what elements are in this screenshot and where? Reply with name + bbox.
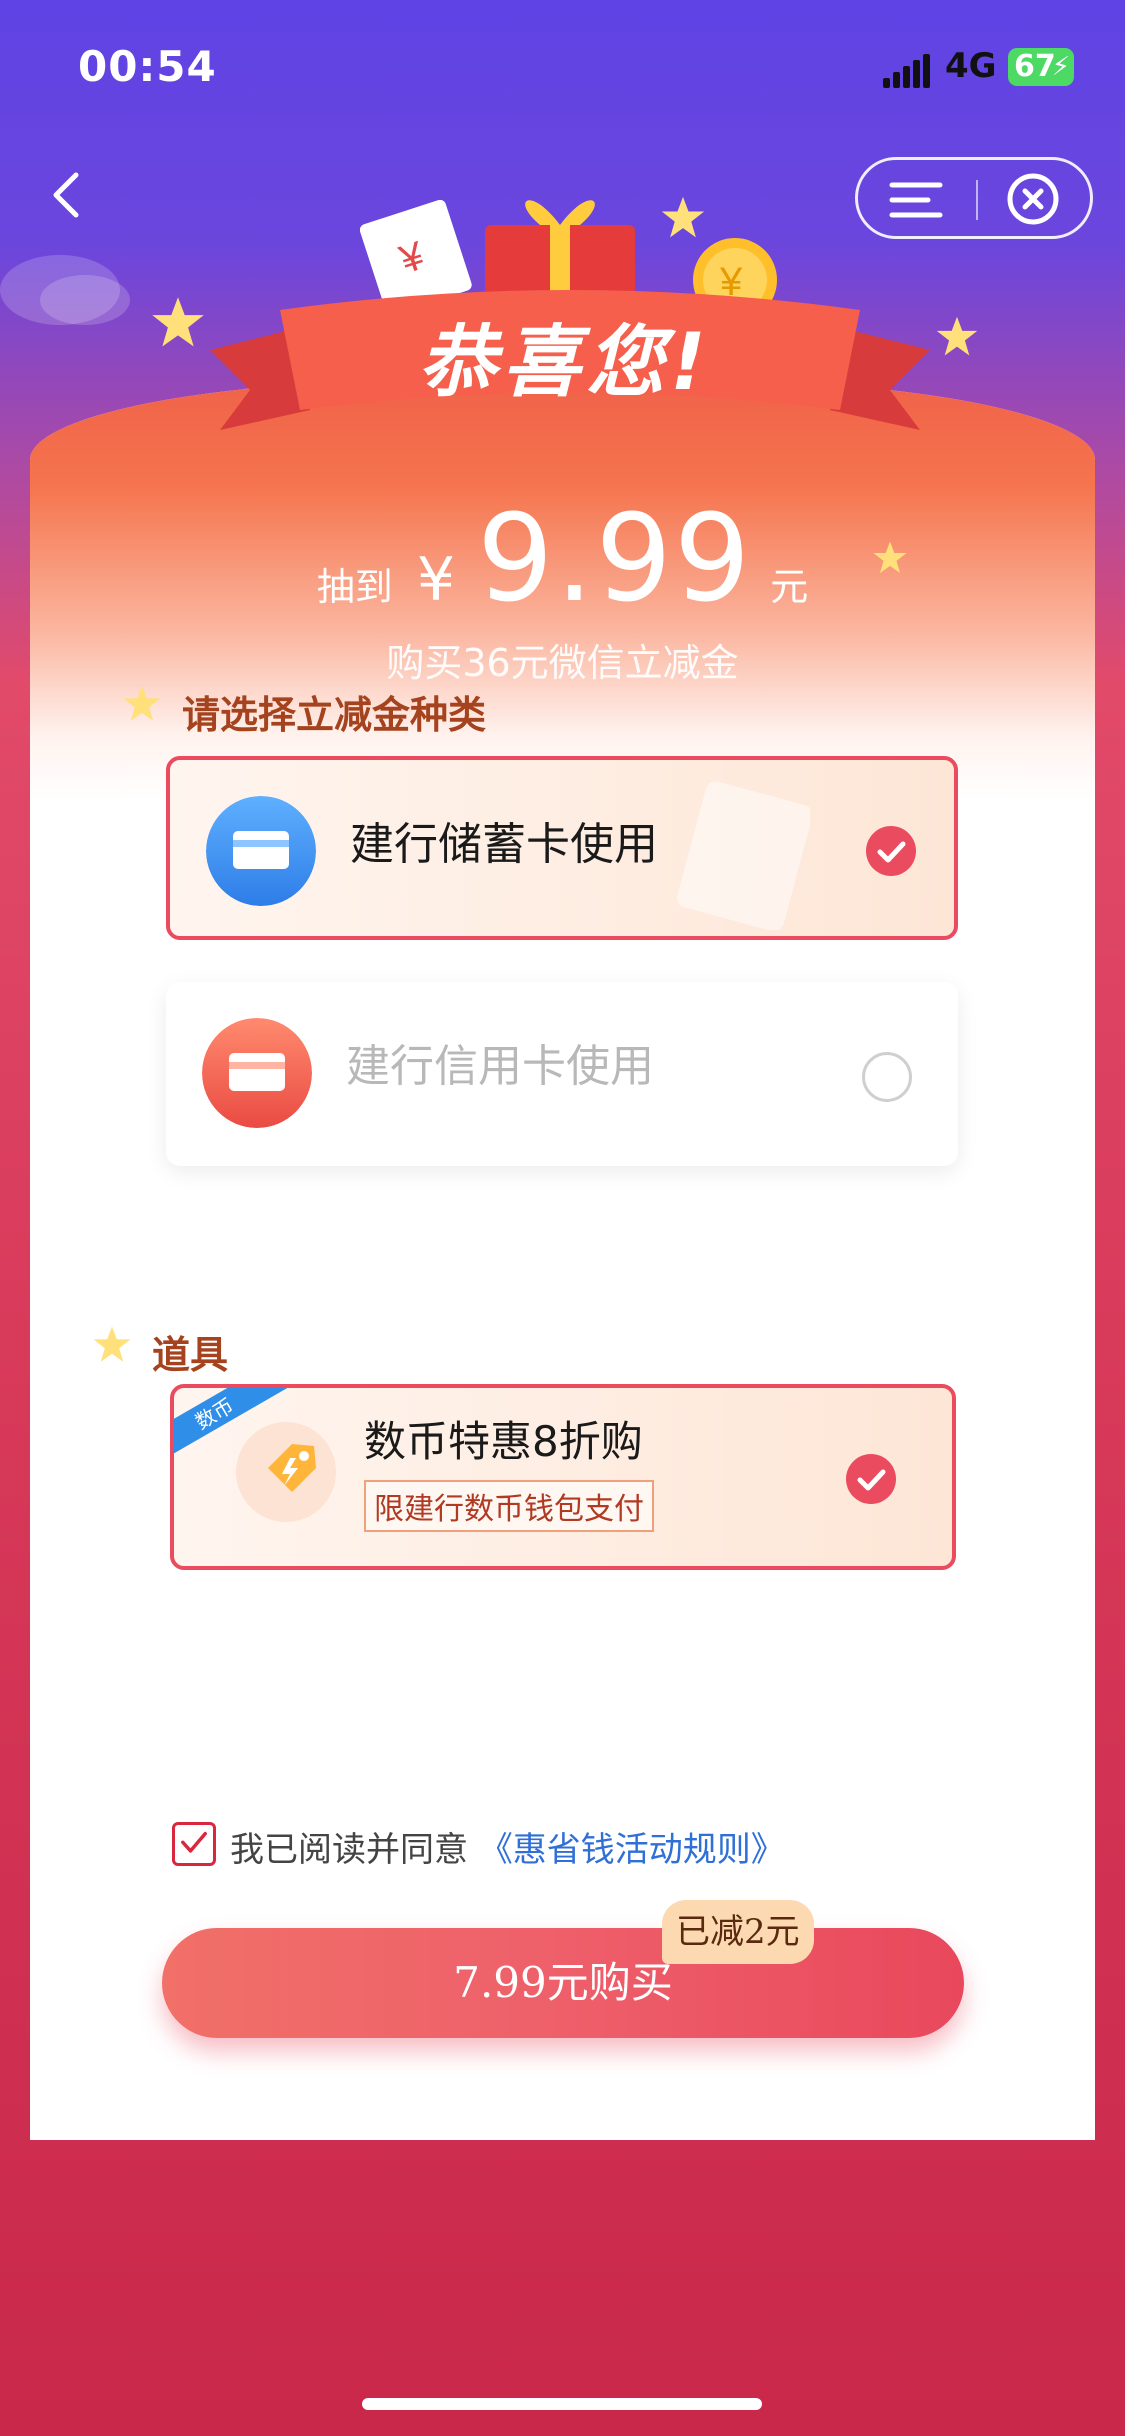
- lottery-result-screen: 00:54 4G 67 ⚡ ¥ ¥ 恭喜您! 抽到 ¥ 9.99 元 购买36元…: [0, 0, 1125, 2436]
- status-time: 00:54: [78, 42, 217, 91]
- buy-button[interactable]: 7.99元购买: [162, 1928, 964, 2038]
- prop-title: 数币特惠8折购: [364, 1417, 643, 1466]
- prop-limit-note: 限建行数币钱包支付: [364, 1480, 654, 1532]
- rules-link[interactable]: 《惠省钱活动规则》: [479, 1830, 785, 1870]
- star-decoration: [93, 1326, 131, 1362]
- prize-amount: 9.99: [477, 490, 753, 629]
- prop-item-digital-currency[interactable]: 数币 数币特惠8折购 限建行数币钱包支付: [170, 1384, 956, 1570]
- cloud-decoration: [40, 275, 130, 325]
- star-decoration: [661, 196, 705, 238]
- prop-tag-label: 数币: [191, 1393, 238, 1435]
- gift-box-icon: [485, 200, 635, 295]
- menu-icon[interactable]: [888, 180, 948, 220]
- choose-type-title: 请选择立减金种类: [182, 693, 487, 737]
- prize-amount-row: 抽到 ¥9.99 元: [0, 490, 1125, 629]
- agreement-label: 我已阅读并同意: [230, 1830, 468, 1870]
- debit-card-icon: [206, 796, 316, 906]
- currency-symbol: ¥: [416, 545, 455, 615]
- battery-icon: 67 ⚡: [1008, 48, 1074, 86]
- signal-icon: [883, 52, 933, 88]
- discount-badge: 已减2元: [662, 1900, 814, 1964]
- card-watermark-decoration: [677, 781, 810, 930]
- tag-icon: [236, 1422, 336, 1522]
- check-icon: [846, 1454, 896, 1504]
- close-circle-icon[interactable]: [1006, 172, 1060, 226]
- home-indicator: [362, 2398, 762, 2410]
- congrats-title: 恭喜您!: [418, 318, 712, 408]
- check-icon: [866, 826, 916, 876]
- prize-subtitle: 购买36元微信立减金: [386, 641, 739, 685]
- chevron-left-icon[interactable]: [40, 165, 100, 225]
- star-decoration: [936, 316, 978, 356]
- battery-level: 67: [1014, 49, 1056, 84]
- prize-unit: 元: [770, 565, 809, 609]
- star-decoration: [152, 297, 204, 347]
- agreement-text: 我已阅读并同意 《惠省钱活动规则》: [230, 1822, 785, 1871]
- radio-unchecked-icon: [862, 1052, 912, 1102]
- option-label: 建行储蓄卡使用: [350, 819, 658, 870]
- option-credit-card[interactable]: 建行信用卡使用: [166, 982, 958, 1166]
- agree-checkbox[interactable]: [172, 1822, 216, 1866]
- network-label: 4G: [945, 46, 997, 86]
- mini-program-capsule: [855, 157, 1093, 239]
- option-label: 建行信用卡使用: [346, 1041, 654, 1092]
- props-title: 道具: [152, 1333, 229, 1377]
- prize-prefix: 抽到: [316, 565, 393, 609]
- star-decoration: [123, 685, 161, 721]
- option-debit-card[interactable]: 建行储蓄卡使用: [166, 756, 958, 940]
- credit-card-icon: [202, 1018, 312, 1128]
- capsule-divider: [976, 180, 978, 220]
